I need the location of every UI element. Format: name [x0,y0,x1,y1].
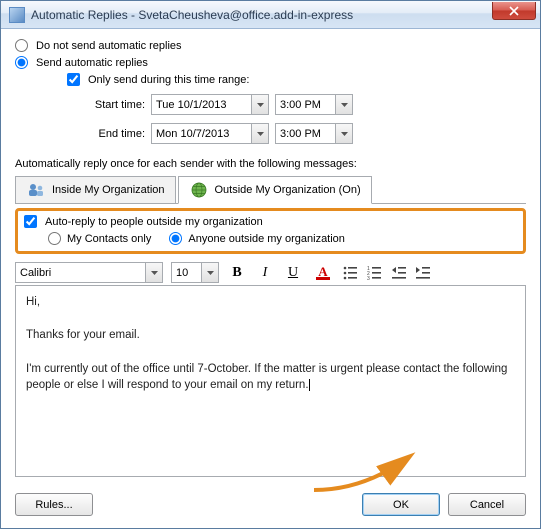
contacts-only-input[interactable] [48,232,61,245]
end-date-dropdown[interactable] [251,124,268,143]
underline-button[interactable]: U [283,263,303,283]
send-auto-input[interactable] [15,56,28,69]
start-time-label: Start time: [85,99,145,111]
format-toolbar: Calibri 10 B I U A 123 [15,260,526,285]
start-time-dropdown[interactable] [335,95,352,114]
anyone-label: Anyone outside my organization [188,233,345,245]
end-time-dropdown[interactable] [335,124,352,143]
outdent-icon[interactable] [391,265,407,281]
size-combo[interactable]: 10 [171,262,219,283]
dialog-footer: Rules... OK Cancel [1,485,540,528]
do-not-send-radio[interactable]: Do not send automatic replies [15,39,526,52]
size-value: 10 [172,263,192,282]
autoreply-outside-input[interactable] [24,215,37,228]
chevron-down-icon [341,132,348,136]
font-value: Calibri [16,263,55,282]
editor-line: I'm currently out of the office until 7-… [26,361,515,394]
section-label: Automatically reply once for each sender… [15,158,526,170]
end-date-value: Mon 10/7/2013 [152,124,233,143]
start-time-value: 3:00 PM [276,95,325,114]
end-time-value: 3:00 PM [276,124,325,143]
message-editor[interactable]: Hi, Thanks for your email. I'm currently… [15,285,526,477]
font-color-button[interactable]: A [311,263,335,283]
do-not-send-input[interactable] [15,39,28,52]
contacts-only-radio[interactable]: My Contacts only [48,232,151,245]
rules-button[interactable]: Rules... [15,493,93,516]
tab-inside-org[interactable]: Inside My Organization [15,176,176,204]
app-icon [9,7,25,23]
close-button[interactable] [492,2,536,20]
send-auto-radio[interactable]: Send automatic replies [15,56,526,69]
chevron-down-icon [151,271,158,275]
bullet-list-icon[interactable] [343,265,359,281]
globe-icon [189,181,209,199]
window-title: Automatic Replies - SvetaCheusheva@offic… [31,8,353,22]
start-date-dropdown[interactable] [251,95,268,114]
italic-button[interactable]: I [255,263,275,283]
font-dropdown[interactable] [145,263,162,282]
tab-outside-label: Outside My Organization (On) [215,184,361,196]
size-dropdown[interactable] [201,263,218,282]
only-range-input[interactable] [67,73,80,86]
number-list-icon[interactable]: 123 [367,265,383,281]
editor-line: Thanks for your email. [26,327,515,344]
autoreply-outside-check[interactable]: Auto-reply to people outside my organiza… [24,215,517,228]
chevron-down-icon [341,103,348,107]
start-time-row: Start time: Tue 10/1/2013 3:00 PM [85,94,526,115]
font-combo[interactable]: Calibri [15,262,163,283]
end-time-combo[interactable]: 3:00 PM [275,123,353,144]
tab-inside-label: Inside My Organization [52,184,165,196]
autoreply-outside-label: Auto-reply to people outside my organiza… [45,216,263,228]
chevron-down-icon [207,271,214,275]
start-date-combo[interactable]: Tue 10/1/2013 [151,94,269,115]
send-auto-label: Send automatic replies [36,57,148,69]
automatic-replies-dialog: Automatic Replies - SvetaCheusheva@offic… [0,0,541,529]
editor-line: Hi, [26,294,515,311]
chevron-down-icon [257,132,264,136]
cancel-button[interactable]: Cancel [448,493,526,516]
do-not-send-label: Do not send automatic replies [36,40,182,52]
close-icon [509,6,519,16]
start-date-value: Tue 10/1/2013 [152,95,231,114]
start-time-combo[interactable]: 3:00 PM [275,94,353,115]
auto-reply-outside-box: Auto-reply to people outside my organiza… [15,208,526,254]
titlebar[interactable]: Automatic Replies - SvetaCheusheva@offic… [1,1,540,29]
anyone-radio[interactable]: Anyone outside my organization [169,232,345,245]
contacts-only-label: My Contacts only [67,233,151,245]
svg-text:3: 3 [367,276,370,281]
tab-outside-org[interactable]: Outside My Organization (On) [178,176,372,204]
end-date-combo[interactable]: Mon 10/7/2013 [151,123,269,144]
indent-icon[interactable] [415,265,431,281]
only-range-label: Only send during this time range: [88,74,249,86]
end-time-label: End time: [85,128,145,140]
end-time-row: End time: Mon 10/7/2013 3:00 PM [85,123,526,144]
only-range-check[interactable]: Only send during this time range: [67,73,526,86]
tabs: Inside My Organization Outside My Organi… [15,176,526,204]
ok-button[interactable]: OK [362,493,440,516]
chevron-down-icon [257,103,264,107]
anyone-input[interactable] [169,232,182,245]
people-icon [26,181,46,199]
bold-button[interactable]: B [227,263,247,283]
